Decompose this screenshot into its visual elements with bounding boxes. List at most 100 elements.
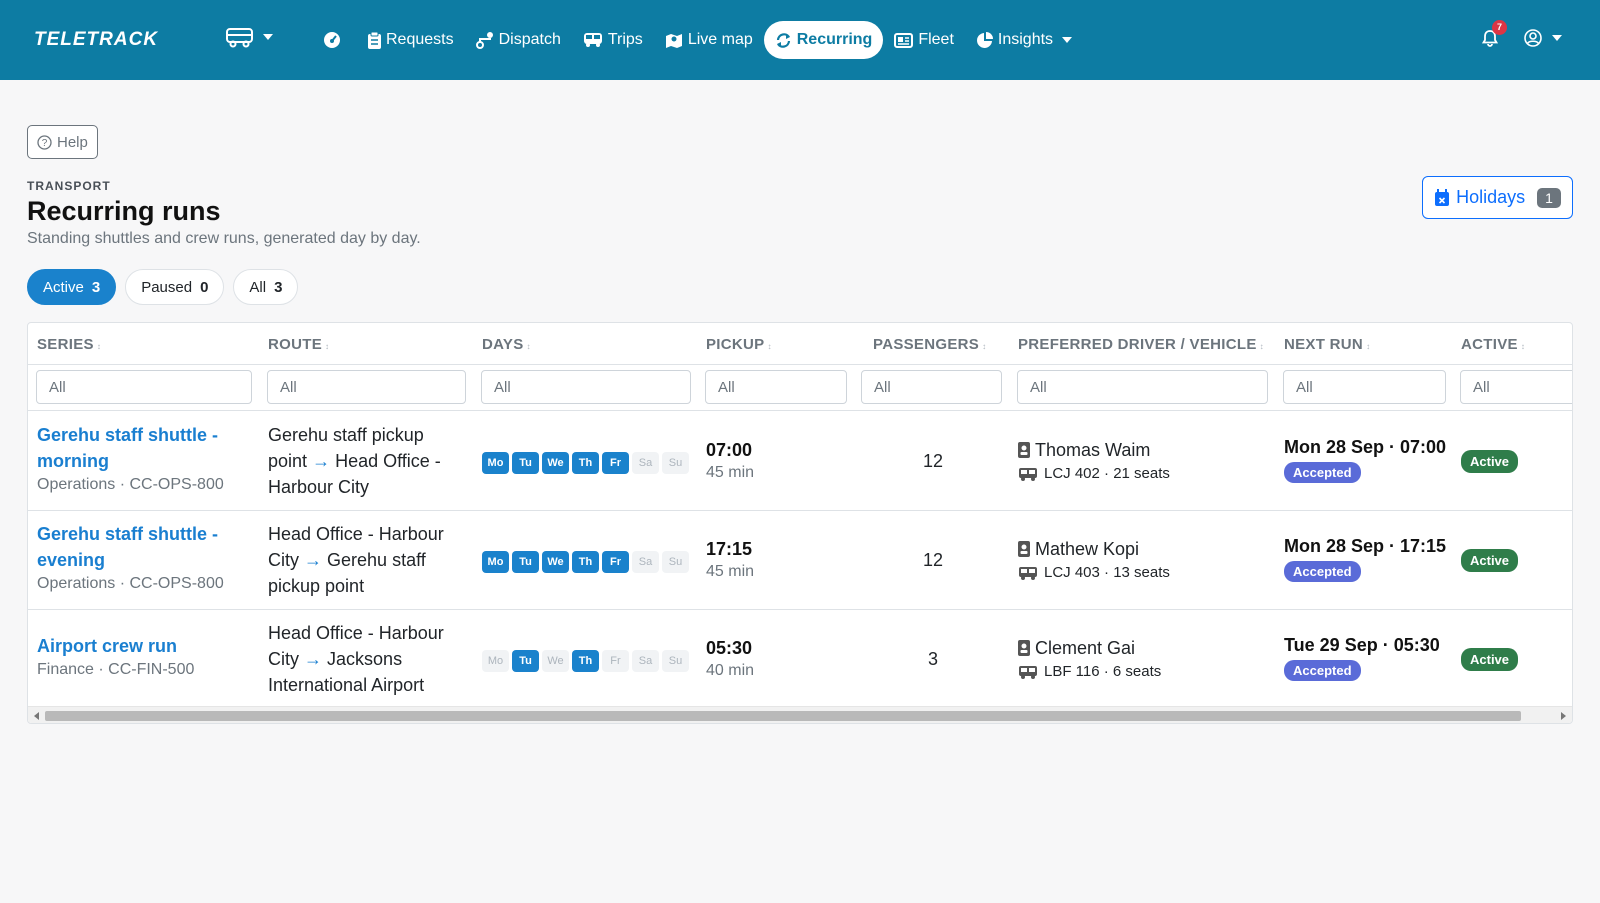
driver-vehicle-cell: Thomas Waim LCJ 402 · 21 seats bbox=[1018, 438, 1170, 486]
dashboard-gauge-icon bbox=[324, 32, 340, 48]
horizontal-scrollbar[interactable] bbox=[28, 706, 1572, 723]
driver-name: Clement Gai bbox=[1035, 638, 1136, 658]
driver: Thomas Waim bbox=[1018, 438, 1170, 462]
driver-name: Thomas Waim bbox=[1035, 440, 1151, 460]
notifications-button[interactable]: 7 bbox=[1478, 20, 1507, 52]
help-button[interactable]: ? Help bbox=[27, 125, 98, 159]
pickup-duration: 45 min bbox=[706, 563, 755, 580]
id-badge-icon bbox=[1018, 541, 1030, 557]
nav-insights-label: Insights bbox=[997, 31, 1054, 48]
column-header-route[interactable]: ROUTE ↕ bbox=[268, 336, 329, 353]
filter-active-input[interactable] bbox=[1460, 370, 1572, 404]
vehicle-info: LBF 116 · 6 seats bbox=[1044, 663, 1162, 680]
column-header-pickup[interactable]: PICKUP ↕ bbox=[706, 336, 772, 353]
nav-insights-dropdown[interactable]: Insights bbox=[965, 21, 1083, 59]
active-cell: Active bbox=[1461, 549, 1519, 572]
notification-count-badge: 7 bbox=[1492, 20, 1507, 35]
bus-outline-icon bbox=[226, 28, 253, 48]
nav-recurring[interactable]: Recurring bbox=[763, 21, 884, 59]
column-header-passengers[interactable]: PASSENGERS ↕ bbox=[873, 336, 986, 353]
series-name-link[interactable]: Gerehu staff shuttle - morning bbox=[37, 422, 237, 474]
id-card-icon bbox=[894, 32, 914, 48]
route-cell: Gerehu staff pickup point → Head Office … bbox=[268, 422, 458, 500]
pickup-time: 07:00 bbox=[706, 440, 753, 460]
active-badge: Active bbox=[1461, 648, 1519, 671]
table-row[interactable]: Gerehu staff shuttle - morning Operations… bbox=[28, 412, 1572, 511]
nav-dashboard[interactable] bbox=[312, 21, 357, 59]
column-header-series[interactable]: SERIES ↕ bbox=[37, 336, 101, 353]
day-chip-we: We bbox=[542, 650, 569, 672]
series-meta: Finance · CC-FIN-500 bbox=[37, 661, 195, 678]
active-cell: Active bbox=[1461, 450, 1519, 473]
filter-route-input[interactable] bbox=[267, 370, 466, 404]
table-row[interactable]: Gerehu staff shuttle - evening Operations… bbox=[28, 511, 1572, 610]
days-cell: Mo Tu We Th Fr Sa Su bbox=[482, 650, 689, 672]
nav-fleet[interactable]: Fleet bbox=[883, 21, 965, 59]
nav-requests-label: Requests bbox=[386, 31, 454, 48]
column-header-driver-vehicle[interactable]: PREFERRED DRIVER / VEHICLE ↕ bbox=[1018, 336, 1264, 353]
pickup-time: 05:30 bbox=[706, 638, 753, 658]
scroll-left-arrow[interactable] bbox=[34, 712, 39, 720]
scrollbar-thumb[interactable] bbox=[45, 711, 1521, 721]
nav-dispatch[interactable]: Dispatch bbox=[465, 21, 572, 59]
nav-live-map-label: Live map bbox=[687, 31, 753, 48]
filter-pickup-input[interactable] bbox=[705, 370, 847, 404]
tab-active-label: Active bbox=[43, 278, 84, 296]
table-row[interactable]: Airport crew run Finance · CC-FIN-500 He… bbox=[28, 610, 1572, 709]
clipboard-icon bbox=[368, 31, 381, 49]
filter-passengers-input[interactable] bbox=[861, 370, 1002, 404]
tab-all[interactable]: All 3 bbox=[233, 269, 299, 305]
tab-all-label: All bbox=[249, 278, 267, 296]
table-header-row: SERIES ↕ ROUTE ↕ DAYS ↕ PICKUP ↕ PASSENGERS ↕… bbox=[28, 323, 1572, 365]
day-chip-th: Th bbox=[572, 551, 599, 573]
page-title: Recurring runs bbox=[27, 196, 221, 226]
bus-icon bbox=[1019, 566, 1037, 580]
pickup-cell: 07:00 45 min bbox=[706, 438, 754, 484]
arrow-right-icon: → bbox=[304, 550, 323, 570]
column-header-active[interactable]: ACTIVE ↕ bbox=[1461, 336, 1525, 353]
column-header-days[interactable]: DAYS ↕ bbox=[482, 336, 531, 353]
tab-paused[interactable]: Paused 0 bbox=[125, 269, 225, 305]
nav-requests[interactable]: Requests bbox=[357, 21, 465, 59]
holidays-button[interactable]: Holidays 1 bbox=[1422, 176, 1573, 219]
next-run-cell: Mon 28 Sep · 07:00 Accepted bbox=[1284, 435, 1446, 483]
id-badge-icon bbox=[1018, 442, 1030, 458]
route-cell: Head Office - Harbour City → Gerehu staf… bbox=[268, 521, 458, 599]
help-label: Help bbox=[57, 133, 88, 151]
driver-vehicle-cell: Mathew Kopi LCJ 403 · 13 seats bbox=[1018, 537, 1170, 585]
pickup-cell: 05:30 40 min bbox=[706, 636, 754, 682]
tab-active[interactable]: Active 3 bbox=[27, 269, 117, 305]
filter-next-run-input[interactable] bbox=[1283, 370, 1446, 404]
route-cell: Head Office - Harbour City → Jacksons In… bbox=[268, 620, 458, 698]
day-chip-sa: Sa bbox=[632, 650, 659, 672]
tab-active-count: 3 bbox=[91, 278, 101, 296]
series-name-link[interactable]: Gerehu staff shuttle - evening bbox=[37, 521, 237, 573]
column-header-next-run[interactable]: NEXT RUN ↕ bbox=[1284, 336, 1370, 353]
day-chip-mo: Mo bbox=[482, 650, 509, 672]
next-run-datetime: Tue 29 Sep · 05:30 bbox=[1284, 635, 1440, 655]
driver-name: Mathew Kopi bbox=[1035, 539, 1140, 559]
scroll-right-arrow[interactable] bbox=[1561, 712, 1566, 720]
filter-series-input[interactable] bbox=[36, 370, 252, 404]
status-badge: Accepted bbox=[1284, 561, 1361, 582]
day-chip-su: Su bbox=[662, 551, 689, 573]
day-chip-sa: Sa bbox=[632, 551, 659, 573]
user-menu-dropdown[interactable] bbox=[1524, 29, 1562, 47]
status-filter-tabs: Active 3 Paused 0 All 3 bbox=[27, 269, 299, 305]
day-chip-fr: Fr bbox=[602, 452, 629, 474]
pickup-duration: 45 min bbox=[706, 464, 755, 481]
holidays-count-badge: 1 bbox=[1537, 187, 1561, 208]
series-cell: Airport crew run Finance · CC-FIN-500 bbox=[37, 633, 237, 681]
day-chip-we: We bbox=[542, 551, 569, 573]
question-circle-icon: ? bbox=[37, 134, 52, 150]
nav-dispatch-label: Dispatch bbox=[498, 31, 561, 48]
day-chip-fr: Fr bbox=[602, 551, 629, 573]
day-chip-su: Su bbox=[662, 452, 689, 474]
series-name-link[interactable]: Airport crew run bbox=[37, 633, 237, 659]
brand-logo[interactable]: TELETRACK bbox=[34, 29, 158, 51]
nav-trips[interactable]: Trips bbox=[572, 21, 654, 59]
filter-driver-vehicle-input[interactable] bbox=[1017, 370, 1268, 404]
nav-live-map[interactable]: Live map bbox=[654, 21, 764, 59]
filter-days-input[interactable] bbox=[481, 370, 691, 404]
vehicle-mode-dropdown[interactable] bbox=[225, 26, 273, 48]
